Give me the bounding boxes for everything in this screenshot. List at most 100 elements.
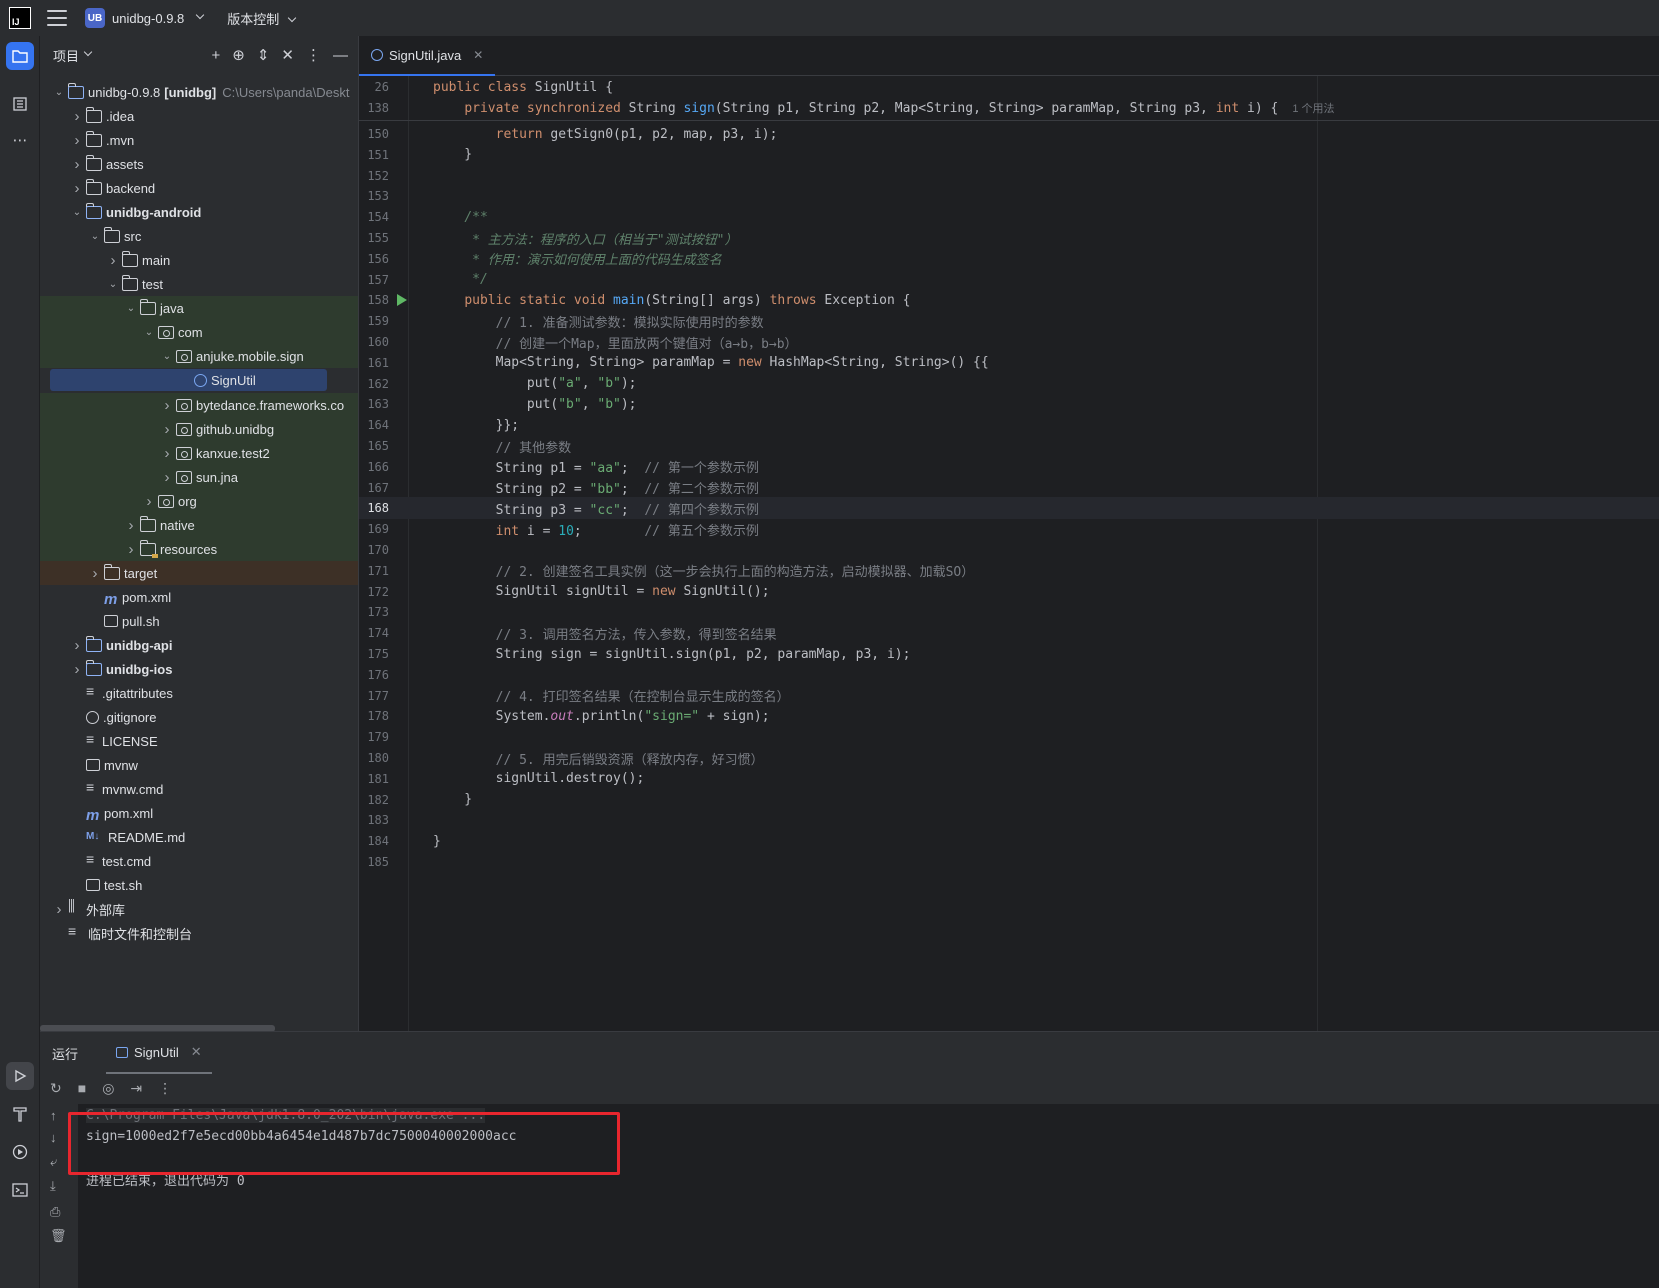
- code-line[interactable]: 165 // 其他参数: [359, 435, 1659, 457]
- hide-panel-icon[interactable]: —: [333, 47, 348, 64]
- tree-item[interactable]: mvnw: [40, 753, 358, 777]
- scroll-to-end-icon[interactable]: ⤓: [50, 1178, 56, 1194]
- code-line[interactable]: 175 String sign = signUtil.sign(p1, p2, …: [359, 643, 1659, 665]
- tab-signutil-java[interactable]: SignUtil.java ✕: [359, 36, 496, 76]
- code-line[interactable]: 185: [359, 851, 1659, 873]
- chevron-down-icon[interactable]: ⌄: [124, 303, 138, 314]
- code-line[interactable]: 182 }: [359, 789, 1659, 811]
- expand-all-icon[interactable]: ⇕: [257, 46, 270, 64]
- tree-item[interactable]: ⌄ anjuke.mobile.sign: [40, 344, 358, 368]
- chevron-right-icon[interactable]: ›: [142, 493, 156, 510]
- tree-item[interactable]: › org: [40, 489, 358, 513]
- code-line[interactable]: 176: [359, 664, 1659, 686]
- tree-item[interactable]: ⌄ test: [40, 272, 358, 296]
- tree-item[interactable]: › native: [40, 513, 358, 537]
- chevron-right-icon[interactable]: ›: [88, 565, 102, 582]
- code-line[interactable]: 160 // 创建一个Map，里面放两个键值对（a→b，b→b）: [359, 331, 1659, 353]
- chevron-down-icon[interactable]: ⌄: [142, 327, 156, 338]
- code-line[interactable]: 172 SignUtil signUtil = new SignUtil();: [359, 581, 1659, 603]
- collapse-all-icon[interactable]: ✕: [281, 46, 294, 64]
- camera-icon[interactable]: ◎: [102, 1080, 114, 1097]
- tree-item[interactable]: › main: [40, 248, 358, 272]
- tree-item[interactable]: .gitignore: [40, 705, 358, 729]
- code-line[interactable]: 138 private synchronized String sign(Str…: [359, 97, 1659, 119]
- code-line[interactable]: 159 // 1. 准备测试参数：模拟实际使用时的参数: [359, 310, 1659, 332]
- build-tool-icon[interactable]: [6, 1100, 34, 1128]
- code-line[interactable]: 157 */: [359, 269, 1659, 291]
- chevron-right-icon[interactable]: ›: [52, 901, 66, 918]
- tree-item[interactable]: › 外部库: [40, 897, 358, 921]
- terminal-tool-icon[interactable]: [6, 1176, 34, 1204]
- chevron-right-icon[interactable]: ›: [70, 132, 84, 149]
- restore-layout-icon[interactable]: ⇥: [130, 1080, 142, 1097]
- code-line[interactable]: 154 /**: [359, 206, 1659, 228]
- run-gutter-icon[interactable]: [397, 294, 407, 307]
- code-line[interactable]: 163 put("b", "b");: [359, 393, 1659, 415]
- run-tab-signutil[interactable]: SignUtil ✕: [106, 1032, 212, 1074]
- code-line[interactable]: 168 String p3 = "cc"; // 第四个参数示例: [359, 497, 1659, 520]
- main-menu-icon[interactable]: [47, 10, 67, 26]
- app-logo-icon[interactable]: IJ: [9, 7, 31, 29]
- tree-item[interactable]: › kanxue.test2: [40, 441, 358, 465]
- tree-item[interactable]: test.sh: [40, 873, 358, 897]
- code-line[interactable]: 171 // 2. 创建签名工具实例（这一步会执行上面的构造方法，启动模拟器、加…: [359, 560, 1659, 582]
- tree-item[interactable]: test.cmd: [40, 849, 358, 873]
- chevron-right-icon[interactable]: ›: [124, 517, 138, 534]
- tree-item[interactable]: › backend: [40, 176, 358, 200]
- tree-item[interactable]: ⌄ unidbg-android: [40, 200, 358, 224]
- chevron-right-icon[interactable]: ›: [70, 156, 84, 173]
- tree-item[interactable]: › assets: [40, 152, 358, 176]
- chevron-right-icon[interactable]: ›: [160, 421, 174, 438]
- code-line[interactable]: 169 int i = 10; // 第五个参数示例: [359, 518, 1659, 540]
- code-line[interactable]: 167 String p2 = "bb"; // 第二个参数示例: [359, 477, 1659, 499]
- code-line[interactable]: 150 return getSign0(p1, p2, map, p3, i);: [359, 123, 1659, 145]
- chevron-right-icon[interactable]: ›: [160, 397, 174, 414]
- tree-item[interactable]: .gitattributes: [40, 681, 358, 705]
- chevron-right-icon[interactable]: ›: [70, 637, 84, 654]
- tree-item[interactable]: m pom.xml: [40, 801, 358, 825]
- tree-item[interactable]: › unidbg-ios: [40, 657, 358, 681]
- code-line[interactable]: 174 // 3. 调用签名方法，传入参数，得到签名结果: [359, 622, 1659, 644]
- chevron-down-icon[interactable]: ⌄: [106, 279, 120, 290]
- chevron-down-icon[interactable]: ⌄: [160, 351, 174, 362]
- code-line[interactable]: 152: [359, 165, 1659, 187]
- tree-item[interactable]: › .mvn: [40, 128, 358, 152]
- locate-icon[interactable]: ⊕: [232, 46, 245, 64]
- code-line[interactable]: 151 }: [359, 144, 1659, 166]
- services-tool-icon[interactable]: [6, 1138, 34, 1166]
- chevron-right-icon[interactable]: ›: [70, 180, 84, 197]
- chevron-right-icon[interactable]: ›: [70, 661, 84, 678]
- project-switcher[interactable]: UB unidbg-0.9.8: [85, 8, 205, 28]
- tree-item[interactable]: pull.sh: [40, 609, 358, 633]
- code-line[interactable]: 173: [359, 601, 1659, 623]
- code-line[interactable]: 26 public class SignUtil {: [359, 76, 1659, 98]
- code-line[interactable]: 164 }};: [359, 414, 1659, 436]
- chevron-right-icon[interactable]: ›: [124, 541, 138, 558]
- chevron-right-icon[interactable]: ›: [160, 469, 174, 486]
- code-line[interactable]: 166 String p1 = "aa"; // 第一个参数示例: [359, 456, 1659, 478]
- rerun-icon[interactable]: ↻: [50, 1080, 62, 1097]
- tree-item[interactable]: M↓ README.md: [40, 825, 358, 849]
- code-line[interactable]: 177 // 4. 打印签名结果（在控制台显示生成的签名）: [359, 685, 1659, 707]
- tree-item[interactable]: LICENSE: [40, 729, 358, 753]
- project-tool-icon[interactable]: [6, 42, 34, 70]
- tree-item[interactable]: ⌄ java: [40, 296, 358, 320]
- tree-item[interactable]: SignUtil: [50, 369, 327, 391]
- tree-item[interactable]: ⌄ com: [40, 320, 358, 344]
- chevron-right-icon[interactable]: ›: [106, 252, 120, 269]
- code-line[interactable]: 184}: [359, 830, 1659, 852]
- stop-icon[interactable]: ■: [78, 1080, 86, 1097]
- chevron-down-icon[interactable]: [83, 47, 93, 57]
- tree-item[interactable]: m pom.xml: [40, 585, 358, 609]
- close-tab-icon[interactable]: ✕: [473, 48, 483, 62]
- tree-item[interactable]: › bytedance.frameworks.co: [40, 393, 358, 417]
- chevron-down-icon[interactable]: ⌄: [52, 87, 66, 98]
- code-line[interactable]: 183: [359, 809, 1659, 831]
- vcs-menu[interactable]: 版本控制: [227, 9, 297, 28]
- code-line[interactable]: 158 public static void main(String[] arg…: [359, 289, 1659, 311]
- tree-item[interactable]: › .idea: [40, 104, 358, 128]
- chevron-down-icon[interactable]: ⌄: [70, 207, 84, 218]
- options-icon[interactable]: ⋮: [306, 46, 321, 64]
- code-line[interactable]: 161 Map<String, String> paramMap = new H…: [359, 352, 1659, 374]
- code-line[interactable]: 153: [359, 185, 1659, 207]
